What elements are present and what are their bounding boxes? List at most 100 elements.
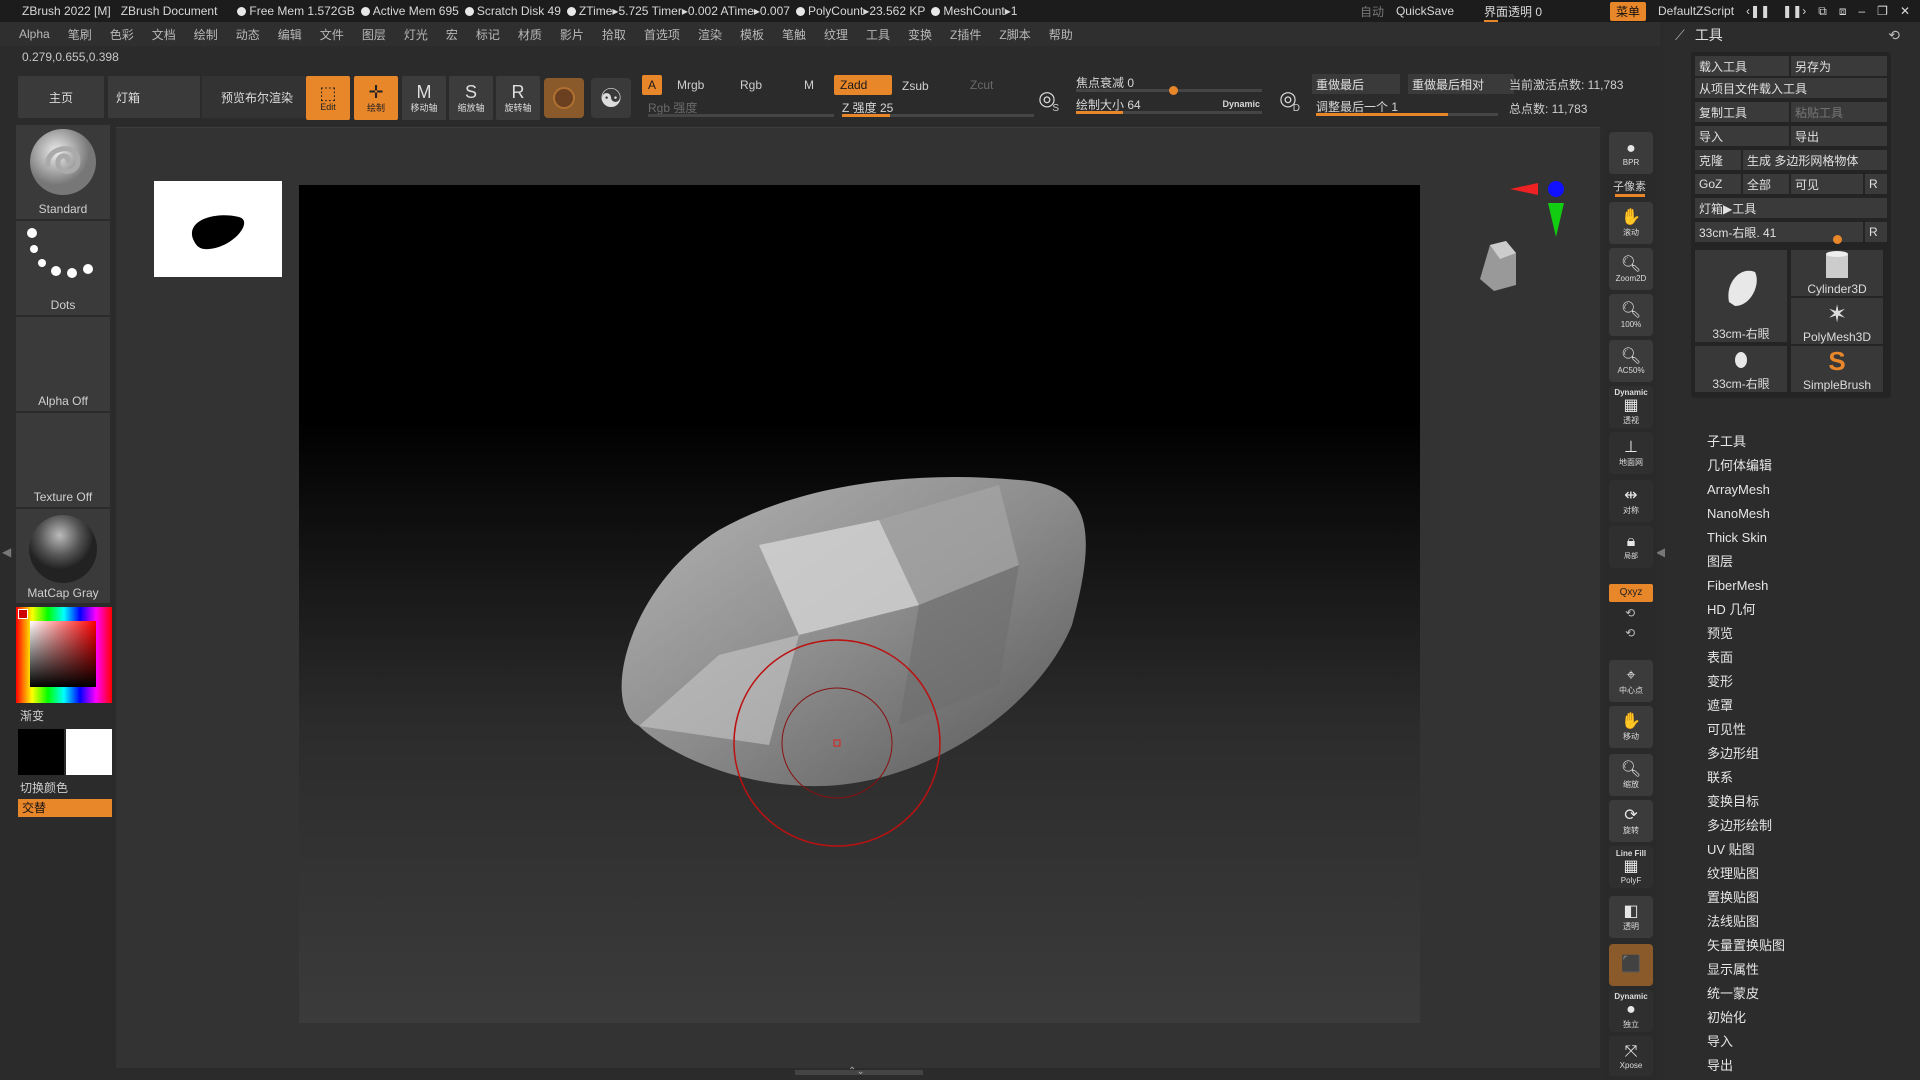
rotate-button[interactable]: R 旋转轴 [496, 76, 540, 120]
subpalette-item[interactable]: 统一蒙皮 [1707, 982, 1785, 1006]
collapse-right-icon[interactable]: ❚❚› [1782, 4, 1806, 18]
menu-item[interactable]: 色彩 [110, 26, 134, 43]
menu-item[interactable]: 编辑 [278, 26, 302, 43]
menu-item[interactable]: 拾取 [602, 26, 626, 43]
subpalette-item[interactable]: 变形 [1707, 670, 1785, 694]
collapse-left-icon[interactable]: ‹❚❚ [1746, 4, 1770, 18]
subpalette-item[interactable]: 预览 [1707, 622, 1785, 646]
goz-visible-button[interactable]: 可见 [1791, 174, 1863, 194]
make-polymesh-button[interactable]: 生成 多边形网格物体 [1743, 150, 1887, 170]
current-tool-r-button[interactable]: R [1865, 222, 1887, 242]
load-tool-button[interactable]: 载入工具 [1695, 56, 1789, 76]
polyframe-button[interactable]: Line Fill ▦ PolyF [1609, 846, 1653, 888]
menu-item[interactable]: 文件 [320, 26, 344, 43]
subpalette-item[interactable]: 法线贴图 [1707, 910, 1785, 934]
menu-item[interactable]: 笔刷 [68, 26, 92, 43]
subpalette-item[interactable]: 矢量置换贴图 [1707, 934, 1785, 958]
minimize-icon[interactable]: – [1858, 4, 1865, 18]
floor-grid-button[interactable]: ⊥ 地面网 [1609, 432, 1653, 474]
tool-thumb-eye[interactable]: 33cm-右眼 [1695, 346, 1787, 392]
bpr-button[interactable]: ● BPR [1609, 132, 1653, 174]
alternate-button[interactable]: 交替 [18, 799, 112, 817]
d-dial-button[interactable]: ◎ D [1270, 78, 1306, 118]
mrgb-toggle[interactable]: Mrgb [671, 75, 710, 95]
mesh-render[interactable] [299, 185, 1420, 1023]
zsub-toggle[interactable]: Zsub [896, 76, 935, 96]
menu-item[interactable]: 笔触 [782, 26, 806, 43]
pin-icon[interactable]: ⟋ [1675, 27, 1685, 44]
subpalette-item[interactable]: Thick Skin [1707, 526, 1785, 550]
copy-tool-button[interactable]: 复制工具 [1695, 102, 1789, 122]
zoom2d-button[interactable]: 🔍︎ Zoom2D [1609, 248, 1653, 290]
dynamic-label[interactable]: Dynamic [1222, 99, 1260, 109]
tool-thumb-cylinder[interactable]: Cylinder3D [1791, 250, 1883, 296]
lightbox-tools-button[interactable]: 灯箱▶工具 [1695, 198, 1887, 218]
menu-item[interactable]: 图层 [362, 26, 386, 43]
xyz-toggle[interactable]: Qxyz [1609, 584, 1653, 602]
color-picker[interactable] [16, 607, 112, 703]
rotate-view-button[interactable]: ⟳ 旋转 [1609, 800, 1653, 842]
menu-item[interactable]: 渲染 [698, 26, 722, 43]
ui-transparency-slider[interactable]: 界面透明 0 [1478, 3, 1568, 23]
menu-item[interactable]: 变换 [908, 26, 932, 43]
goz-r-button[interactable]: R [1865, 174, 1887, 194]
subpalette-item[interactable]: FiberMesh [1707, 574, 1785, 598]
export-button[interactable]: 导出 [1791, 126, 1887, 146]
subpalette-item[interactable]: ArrayMesh [1707, 478, 1785, 502]
subpalette-item[interactable]: 纹理贴图 [1707, 862, 1785, 886]
menu-item[interactable]: 首选项 [644, 26, 680, 43]
menu-item[interactable]: 模板 [740, 26, 764, 43]
menu-item[interactable]: 动态 [236, 26, 260, 43]
subpalette-item[interactable]: 导出 [1707, 1054, 1785, 1078]
subpalette-item[interactable]: 可见性 [1707, 718, 1785, 742]
goz-button[interactable]: GoZ [1695, 174, 1741, 194]
actual-size-button[interactable]: 🔍︎ 100% [1609, 294, 1653, 336]
expand-up-down-icon[interactable]: ⌃⌄ [848, 1066, 865, 1077]
scroll-button[interactable]: ✋ 滚动 [1609, 202, 1653, 244]
focal-shift-dial-button[interactable]: ◎ S [1029, 78, 1065, 118]
subpalette-item[interactable]: 多边形组 [1707, 742, 1785, 766]
rgb-toggle[interactable]: Rgb [734, 75, 768, 95]
rotate-y-icon[interactable]: ⟲ [1625, 606, 1635, 620]
tool-thumb-current[interactable]: 33cm-右眼 [1695, 250, 1787, 342]
subpalette-item[interactable]: UV 贴图 [1707, 838, 1785, 862]
subpalette-item[interactable]: 表面 [1707, 646, 1785, 670]
menu-item[interactable]: 工具 [866, 26, 890, 43]
clone-button[interactable]: 克隆 [1695, 150, 1741, 170]
a-toggle[interactable]: A [642, 75, 663, 95]
menu-item[interactable]: 宏 [446, 26, 458, 43]
save-as-button[interactable]: 另存为 [1791, 56, 1887, 76]
z-intensity-slider[interactable]: Z 强度 25 [842, 97, 1034, 117]
subpalette-item[interactable]: 变换目标 [1707, 790, 1785, 814]
menu-item[interactable]: 纹理 [824, 26, 848, 43]
subpalette-item[interactable]: 置换贴图 [1707, 886, 1785, 910]
menu-item[interactable]: Z插件 [950, 26, 981, 43]
window-layout-icon[interactable]: ⧉ [1818, 4, 1827, 19]
tool-thumb-polymesh[interactable]: ✶ PolyMesh3D [1791, 298, 1883, 344]
ghost-button[interactable]: ⬛ [1609, 944, 1653, 986]
current-tool-slider[interactable]: 33cm-右眼. 41 [1695, 222, 1863, 244]
secondary-color-swatch[interactable] [66, 729, 112, 775]
bpr-preview-button[interactable]: 预览布尔渲染 [202, 76, 312, 118]
tool-panel-header[interactable]: ⟋ 工具 ⟲ [1665, 22, 1920, 48]
zcut-toggle[interactable]: Zcut [964, 75, 999, 95]
subpixel-slider-fill[interactable] [1615, 194, 1645, 197]
m-toggle[interactable]: M [798, 75, 820, 95]
reset-panel-icon[interactable]: ⟲ [1888, 27, 1900, 44]
menu-item[interactable]: 标记 [476, 26, 500, 43]
brush-selector[interactable]: Standard [16, 125, 110, 219]
subpalette-item[interactable]: 遮罩 [1707, 694, 1785, 718]
local-button[interactable]: 🔒︎ 局部 [1609, 526, 1653, 568]
left-collapse-arrow-icon[interactable]: ◀ [2, 545, 12, 575]
subpalette-item[interactable]: 图层 [1707, 550, 1785, 574]
transparency-button[interactable]: ◧ 透明 [1609, 896, 1653, 938]
menu-item[interactable]: 绘制 [194, 26, 218, 43]
goz-all-button[interactable]: 全部 [1743, 174, 1789, 194]
lightbox-tab[interactable]: 灯箱 [108, 76, 200, 118]
orientation-gizmo[interactable] [1460, 175, 1580, 295]
edit-button[interactable]: ⬚ Edit [306, 76, 350, 120]
close-icon[interactable]: ✕ [1900, 4, 1910, 18]
subpalette-item[interactable]: 几何体编辑 [1707, 454, 1785, 478]
menu-item[interactable]: 帮助 [1049, 26, 1073, 43]
menu-item[interactable]: 灯光 [404, 26, 428, 43]
